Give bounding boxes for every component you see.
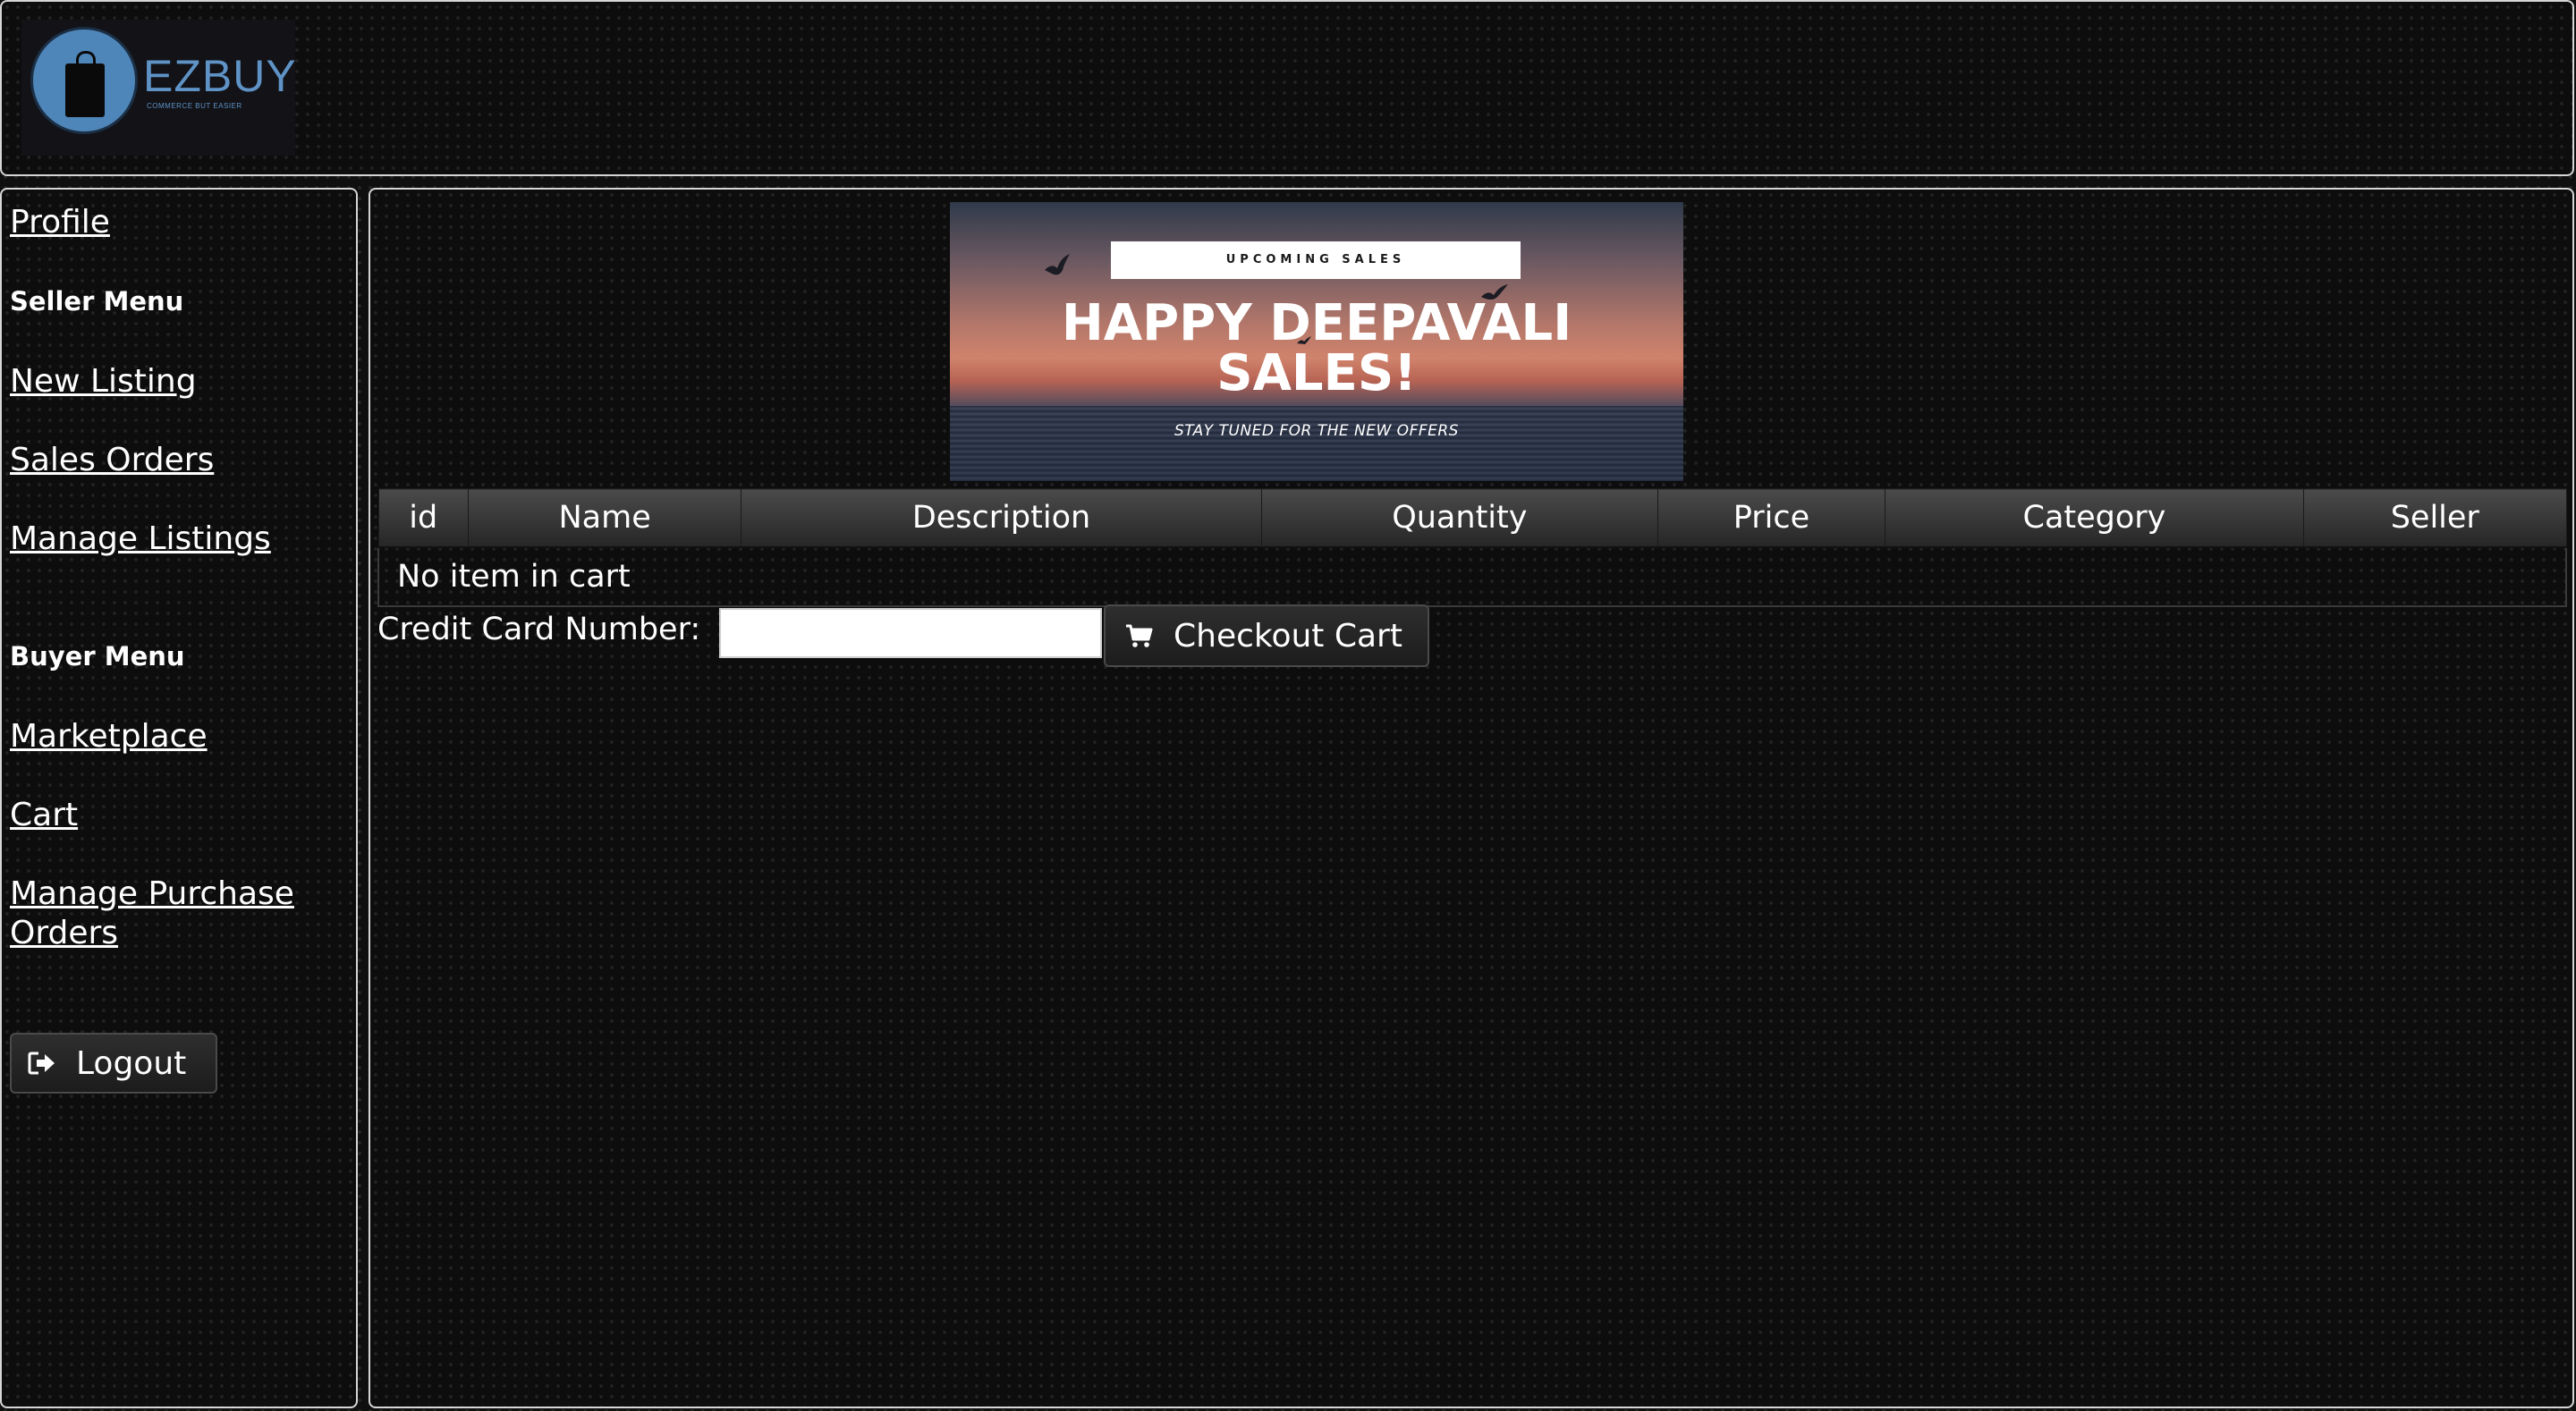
column-header-category: Category <box>1884 488 2305 548</box>
sidebar-link-marketplace[interactable]: Marketplace <box>10 717 208 756</box>
bird-icon <box>1045 254 1070 275</box>
sidebar: Profile Seller Menu New Listing Sales Or… <box>0 188 358 1408</box>
logo[interactable]: EZBUY COMMERCE BUT EASIER <box>21 20 297 156</box>
sidebar-link-manage-listings[interactable]: Manage Listings <box>10 520 271 559</box>
column-header-quantity: Quantity <box>1260 488 1658 548</box>
column-header-seller: Seller <box>2303 488 2567 548</box>
banner-title-line2: SALES! <box>1216 344 1417 402</box>
banner-sea <box>950 406 1683 481</box>
logout-button[interactable]: Logout <box>10 1033 217 1094</box>
promo-banner: UPCOMING SALES HAPPY DEEPAVALI SALES! ST… <box>950 202 1683 481</box>
shopping-cart-icon <box>1126 624 1153 647</box>
column-header-name: Name <box>467 488 742 548</box>
sidebar-link-sales-orders[interactable]: Sales Orders <box>10 441 214 480</box>
seller-menu-heading: Seller Menu <box>10 286 184 317</box>
header: EZBUY COMMERCE BUT EASIER <box>0 0 2574 176</box>
banner-title: HAPPY DEEPAVALI SALES! <box>950 299 1683 399</box>
sidebar-link-cart[interactable]: Cart <box>10 796 78 835</box>
column-header-id: id <box>377 488 469 548</box>
cart-table: id Name Description Quantity Price Categ… <box>377 488 2567 607</box>
shopping-bag-icon <box>65 51 105 117</box>
checkout-cart-button[interactable]: Checkout Cart <box>1104 604 1429 667</box>
empty-cart-message: No item in cart <box>377 546 2567 607</box>
column-header-description: Description <box>741 488 1262 548</box>
checkout-cart-label: Checkout Cart <box>1174 617 1402 655</box>
credit-card-label: Credit Card Number: <box>377 612 701 647</box>
buyer-menu-heading: Buyer Menu <box>10 641 185 672</box>
banner-title-line1: HAPPY DEEPAVALI <box>1061 294 1572 352</box>
main-content: UPCOMING SALES HAPPY DEEPAVALI SALES! ST… <box>369 188 2574 1408</box>
credit-card-input[interactable] <box>719 608 1102 658</box>
column-header-price: Price <box>1657 488 1885 548</box>
cart-table-header-row: id Name Description Quantity Price Categ… <box>377 488 2567 548</box>
brand-name: EZBUY <box>143 51 297 101</box>
logout-label: Logout <box>76 1044 187 1082</box>
banner-tag: UPCOMING SALES <box>1111 241 1521 279</box>
sidebar-link-manage-purchase-orders[interactable]: Manage Purchase Orders <box>10 874 314 953</box>
sidebar-link-new-listing[interactable]: New Listing <box>10 362 197 401</box>
table-row: No item in cart <box>377 546 2567 607</box>
sign-out-icon <box>28 1052 55 1075</box>
banner-subtitle: STAY TUNED FOR THE NEW OFFERS <box>1174 422 1459 440</box>
logo-circle <box>30 27 138 134</box>
brand-tagline: COMMERCE BUT EASIER <box>147 102 242 110</box>
sidebar-link-profile[interactable]: Profile <box>10 203 110 242</box>
